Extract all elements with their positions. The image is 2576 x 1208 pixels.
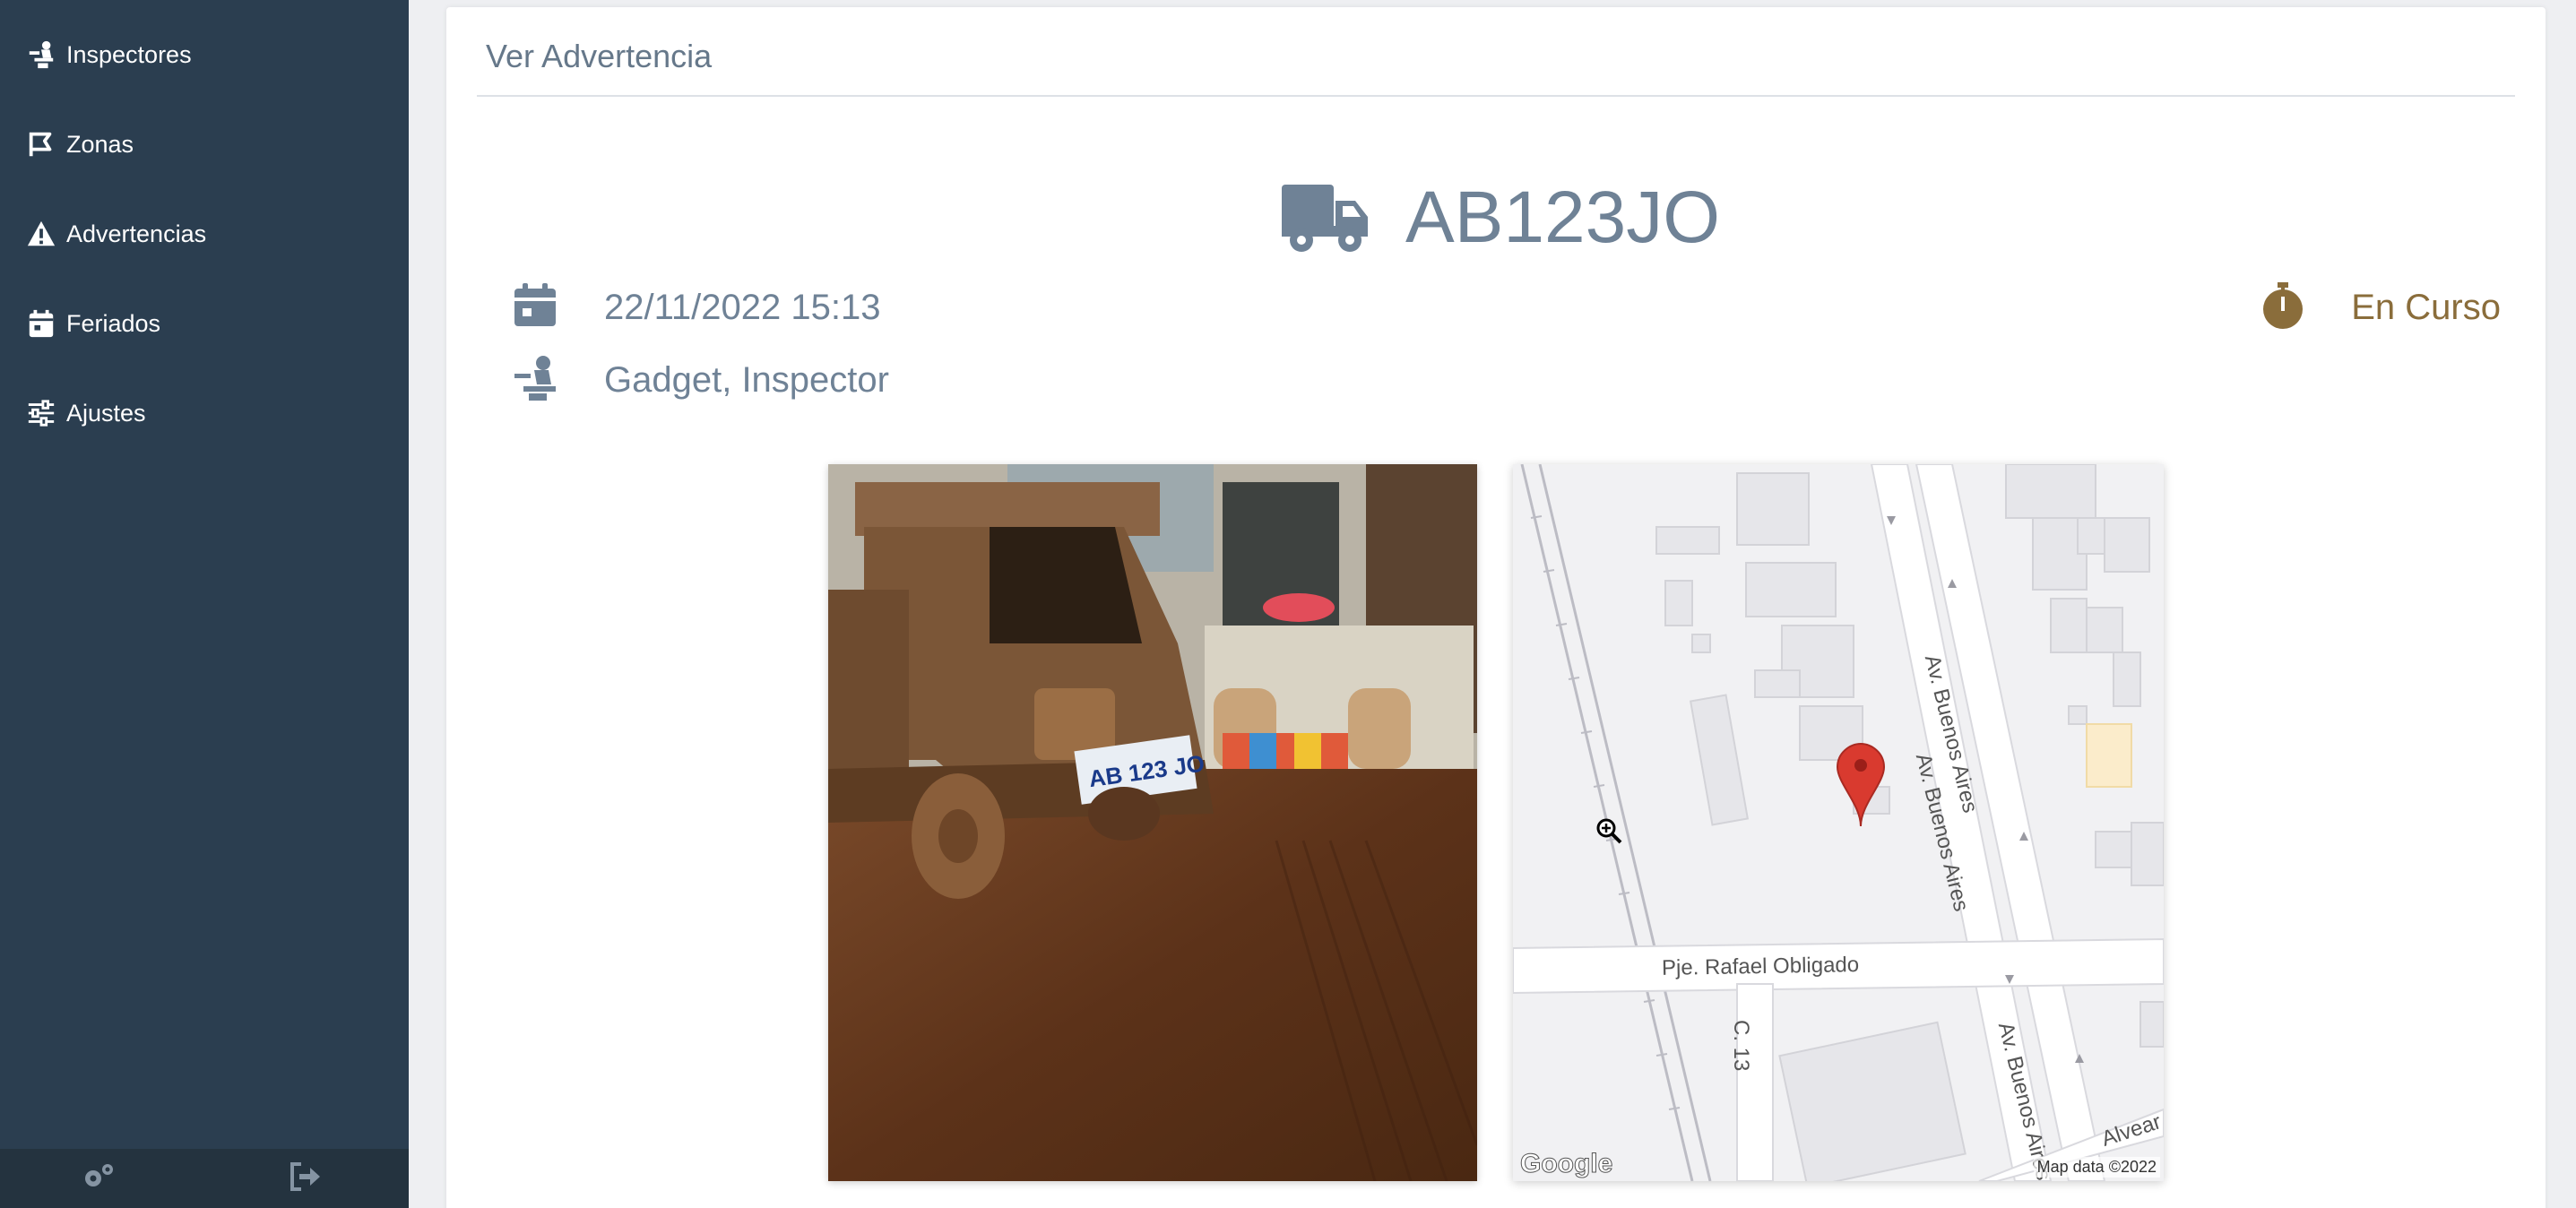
zoom-cursor-icon [1595, 817, 1624, 850]
sidebar-item-advertencias[interactable]: Advertencias [25, 211, 206, 256]
sidebar-item-label: Ajustes [66, 399, 146, 427]
calendar-icon [25, 307, 57, 340]
license-plate: AB123JO [1405, 177, 1720, 258]
status-badge: En Curso [2260, 280, 2501, 335]
sidebar-item-feriados[interactable]: Feriados [25, 301, 160, 346]
title-divider [477, 95, 2515, 97]
logout-icon [287, 1159, 323, 1199]
plate-header: AB123JO [1280, 168, 1720, 267]
zone-flag-icon [25, 128, 57, 160]
stopwatch-icon [2260, 280, 2351, 335]
vehicle-photo: AB 123 JO [828, 464, 1477, 1181]
logout-button[interactable] [278, 1158, 332, 1199]
inspector-row: Gadget, Inspector [511, 353, 889, 407]
warning-detail-card: Ver Advertencia AB123JO 22/11/2022 15:13… [446, 7, 2546, 1208]
status-text: En Curso [2351, 288, 2501, 327]
inspector-name: Gadget, Inspector [604, 359, 889, 400]
sidebar-item-label: Zonas [66, 130, 134, 158]
sliders-icon [25, 397, 57, 429]
sidebar-item-label: Feriados [66, 309, 161, 337]
street-label: Pje. Rafael Obligado [1661, 953, 1860, 980]
sidebar-item-ajustes[interactable]: Ajustes [25, 391, 146, 436]
map-credit[interactable]: Map data ©2022 [2033, 1157, 2160, 1178]
inspector-icon [25, 39, 57, 71]
sidebar-item-label: Inspectores [66, 40, 192, 68]
sidebar-footer [0, 1149, 409, 1208]
sidebar-item-inspectores[interactable]: Inspectores [25, 32, 192, 77]
inspector-icon [511, 354, 559, 407]
sidebar-item-label: Advertencias [66, 220, 207, 247]
page-title: Ver Advertencia [486, 38, 713, 74]
warning-datetime: 22/11/2022 15:13 [604, 287, 881, 327]
warning-icon [25, 218, 57, 250]
datetime-row: 22/11/2022 15:13 [511, 280, 880, 334]
sidebar: Inspectores Zonas Advertencias Feriados … [0, 0, 409, 1208]
truck-icon [1280, 176, 1405, 261]
settings-button[interactable] [72, 1158, 125, 1199]
sidebar-item-zonas[interactable]: Zonas [25, 122, 134, 167]
location-map[interactable]: Av. Buenos Aires Av. Buenos Aires Pje. R… [1513, 464, 2164, 1181]
settings-cogs-icon [81, 1159, 117, 1199]
street-label: C. 13 [1729, 1020, 1753, 1072]
google-logo: Google [1519, 1149, 1613, 1179]
calendar-icon [511, 281, 559, 334]
